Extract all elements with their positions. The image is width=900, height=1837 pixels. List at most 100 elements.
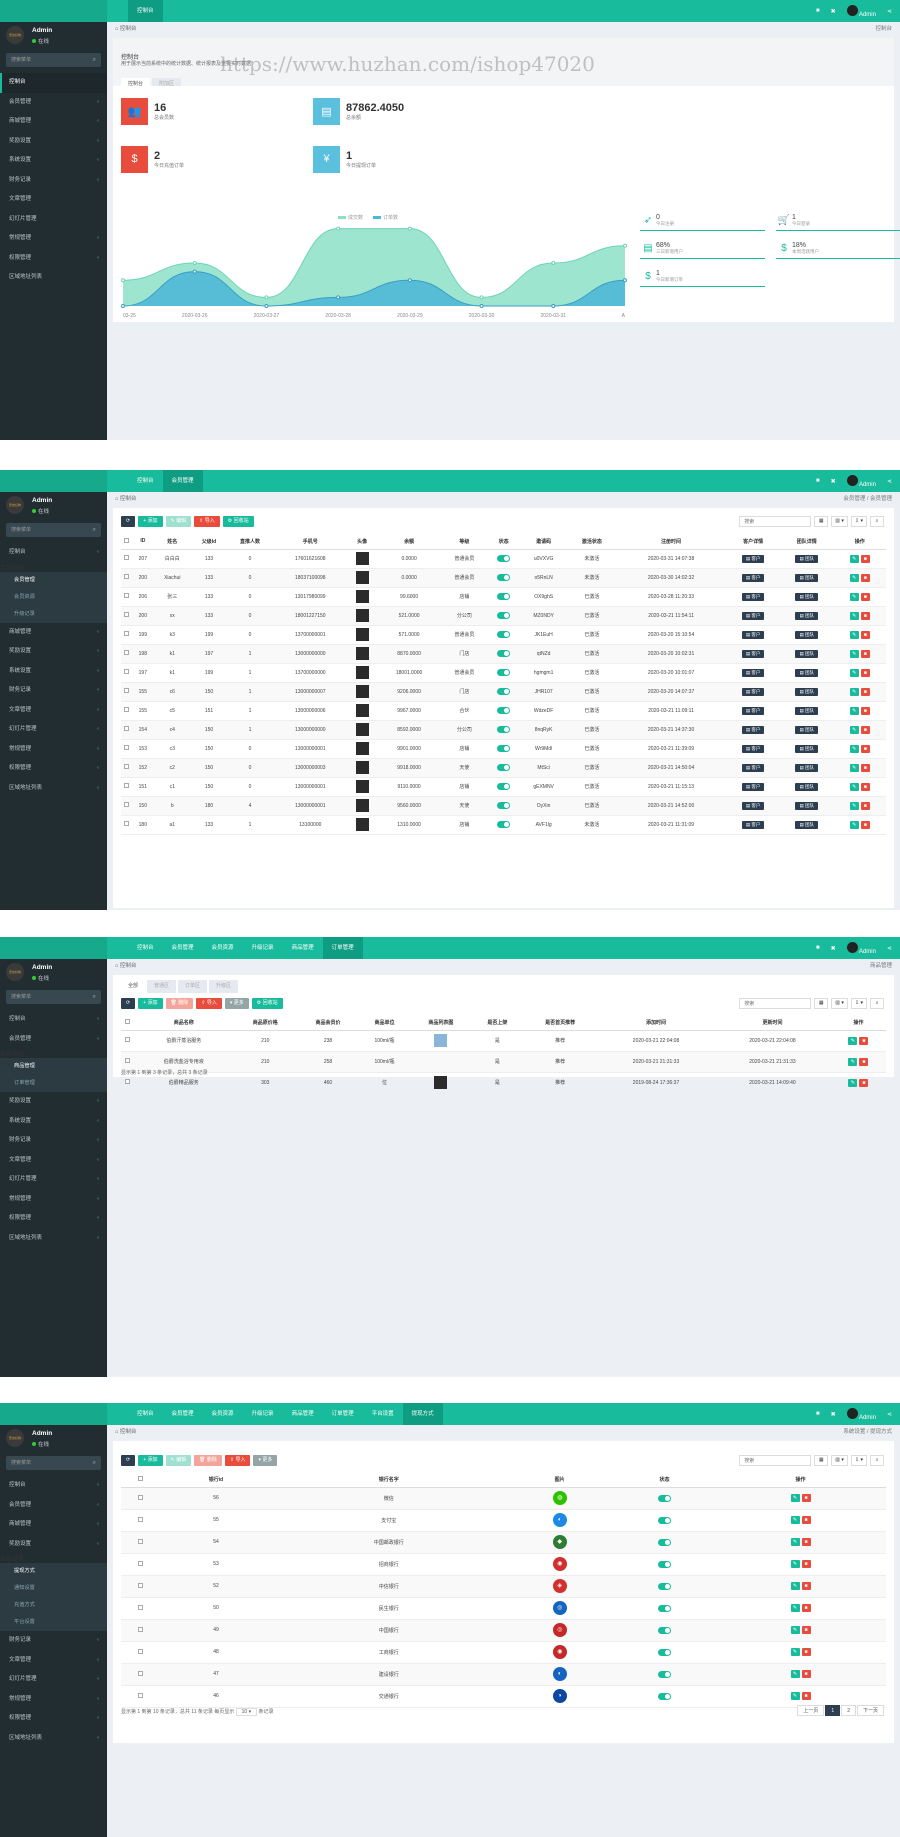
- status-toggle[interactable]: [658, 1582, 672, 1590]
- sidebar-item[interactable]: 财务记录 ‹: [0, 1131, 107, 1151]
- sidebar-item[interactable]: 区域地址列表 ‹: [0, 1729, 107, 1749]
- refresh-button[interactable]: ⟳: [121, 516, 136, 527]
- delete-button[interactable]: 🗑 删除: [194, 1455, 222, 1466]
- crumb-item[interactable]: 会员管理: [870, 496, 892, 502]
- edit-button[interactable]: ✎ 编辑: [165, 1455, 192, 1466]
- edit-icon[interactable]: ✎: [790, 1648, 800, 1656]
- sidebar-item[interactable]: 升级记录: [0, 605, 107, 623]
- sidebar-item[interactable]: 系统设置⌄: [0, 1554, 107, 1563]
- search-icon[interactable]: ⌕: [93, 53, 96, 67]
- row-checkbox[interactable]: [137, 1648, 143, 1654]
- sidebar-item[interactable]: 商城管理 ‹: [0, 112, 107, 132]
- customer-detail-button[interactable]: ▤ 客户: [741, 744, 765, 753]
- row-checkbox[interactable]: [124, 555, 130, 560]
- delete-icon[interactable]: ■: [801, 1648, 811, 1656]
- row-checkbox[interactable]: [137, 1560, 143, 1566]
- trash-icon[interactable]: ■: [816, 1411, 820, 1417]
- edit-icon[interactable]: ✎: [849, 687, 859, 696]
- edit-icon[interactable]: ✎: [790, 1626, 800, 1634]
- import-button[interactable]: ⇧ 导入: [194, 516, 220, 527]
- sidebar-item[interactable]: 会员管理 ‹: [0, 1030, 107, 1050]
- share-icon[interactable]: ⋖: [887, 478, 892, 485]
- edit-icon[interactable]: ✎: [848, 1036, 858, 1045]
- refresh-button[interactable]: ⟳: [121, 1455, 136, 1466]
- row-checkbox[interactable]: [137, 1626, 143, 1632]
- column-header[interactable]: 商品原价格: [233, 1015, 297, 1031]
- sidebar-item[interactable]: 商城管理⌄: [0, 1049, 107, 1058]
- customer-detail-button[interactable]: ▤ 客户: [741, 592, 765, 601]
- delete-icon[interactable]: ■: [801, 1626, 811, 1634]
- team-detail-button[interactable]: ▤ 团队: [795, 573, 818, 582]
- sidebar-item[interactable]: 会员管理 ‹: [0, 1496, 107, 1516]
- export-button[interactable]: ⇩ ▾: [850, 998, 867, 1009]
- column-header[interactable]: 邀请码: [519, 534, 569, 550]
- sidebar-item[interactable]: 区域地址列表: [0, 268, 107, 288]
- column-header[interactable]: 手机号: [273, 534, 347, 550]
- column-header[interactable]: 更新时间: [714, 1015, 831, 1031]
- sidebar-item[interactable]: 常规管理 ‹: [0, 1690, 107, 1710]
- sidebar-item[interactable]: 权限管理 ‹: [0, 759, 107, 779]
- breadcrumb-right[interactable]: 商品管理: [870, 959, 892, 973]
- table-row[interactable]: 154 c4 150 1 13000000000 8592.0000 分公司 8nqRyK 已激…: [121, 720, 886, 740]
- export-button[interactable]: ⇩ ▾: [850, 516, 867, 527]
- sidebar-item[interactable]: 控制台 ‹: [0, 1476, 107, 1496]
- delete-icon[interactable]: ■: [860, 554, 870, 563]
- status-toggle[interactable]: [658, 1560, 672, 1568]
- table-row[interactable]: 151 c1 150 0 13000000001 9110.0000 店铺 gEXMNV 已激活…: [121, 777, 886, 797]
- row-checkbox[interactable]: [137, 1692, 143, 1698]
- table-row[interactable]: 伯爵精品服务 303 460 位是推荐 2019-08-24 17:36:37 2020-…: [121, 1072, 886, 1094]
- table-row[interactable]: 155 c6 150 1 13000000007 9206.0000 门店 JHR107 已激活…: [121, 682, 886, 702]
- table-row[interactable]: 53 招商银行 ◉ ✎ ■: [121, 1553, 886, 1576]
- table-row[interactable]: 52 中信银行 ◈ ✎ ■: [121, 1575, 886, 1598]
- tab-1[interactable]: 普通区: [147, 980, 177, 993]
- sidebar-item[interactable]: 会员管理: [0, 571, 107, 589]
- table-row[interactable]: 伯爵汗蒸浴服务 210 238 100ml/瓶是推荐 2020-03-21 22:04:…: [121, 1030, 886, 1052]
- view-toggle-button[interactable]: ▦: [814, 998, 829, 1009]
- sidebar-item[interactable]: 权限管理 ‹: [0, 1209, 107, 1229]
- column-header[interactable]: 状态: [614, 1472, 716, 1488]
- sidebar-item[interactable]: 平台设置: [0, 1614, 107, 1631]
- sidebar-item[interactable]: 幻灯片管理 ‹: [0, 1670, 107, 1690]
- data-point[interactable]: [121, 304, 125, 308]
- menu-search-input[interactable]: 搜索菜单 ⌕: [6, 523, 101, 537]
- status-toggle[interactable]: [658, 1670, 672, 1678]
- search-toggle-button[interactable]: ⌕: [870, 516, 884, 527]
- page-button[interactable]: 2: [841, 1705, 856, 1716]
- fullscreen-icon[interactable]: ✖: [831, 8, 836, 15]
- data-point[interactable]: [336, 226, 341, 231]
- refresh-button[interactable]: ⟳: [121, 998, 136, 1009]
- table-row[interactable]: 50 民生银行 ◎ ✎ ■: [121, 1597, 886, 1620]
- top-nav-tab[interactable]: 会员管理: [162, 470, 203, 492]
- status-toggle[interactable]: [658, 1626, 672, 1634]
- column-header[interactable]: 状态: [488, 534, 520, 550]
- search-icon[interactable]: ⌕: [93, 523, 96, 537]
- data-point[interactable]: [192, 269, 197, 274]
- page-button[interactable]: 下一页: [856, 1705, 884, 1716]
- column-header[interactable]: 激活状态: [568, 534, 616, 550]
- status-toggle[interactable]: [497, 783, 511, 790]
- table-row[interactable]: 55 支付宝 ◐ ✎ ■: [121, 1509, 886, 1532]
- table-row[interactable]: 200 xx 133 0 18001227150 521.0000 分公司 MZ0NDY 已激活…: [121, 606, 886, 626]
- breadcrumb-home[interactable]: 控制台: [120, 496, 137, 502]
- sidebar-item[interactable]: 财务记录 ‹: [0, 681, 107, 701]
- user-menu[interactable]: Admin: [846, 4, 876, 18]
- team-detail-button[interactable]: ▤ 团队: [795, 744, 818, 753]
- sidebar-item[interactable]: 商品管理: [0, 1058, 107, 1075]
- table-row[interactable]: 206 张三 133 0 13017980099 99.6000 店铺 OX9ghS 已激活 20…: [121, 587, 886, 607]
- team-detail-button[interactable]: ▤ 团队: [795, 668, 818, 677]
- data-point[interactable]: [551, 261, 556, 265]
- row-checkbox[interactable]: [137, 1494, 143, 1500]
- more-button[interactable]: ▾ 更多: [253, 1455, 278, 1466]
- recycle-button[interactable]: ⚙ 回收站: [222, 516, 254, 527]
- customer-detail-button[interactable]: ▤ 客户: [741, 668, 765, 677]
- delete-icon[interactable]: ■: [860, 706, 870, 715]
- sidebar-item[interactable]: 充值方式: [0, 1597, 107, 1614]
- sidebar-item[interactable]: 文章管理 ‹: [0, 1651, 107, 1671]
- sidebar-item[interactable]: 常规管理 ‹: [0, 1190, 107, 1210]
- top-nav-tab[interactable]: 会员资源: [203, 937, 243, 959]
- status-toggle[interactable]: [497, 574, 511, 581]
- team-detail-button[interactable]: ▤ 团队: [795, 554, 818, 563]
- sidebar-item[interactable]: 控制台 ‹: [0, 543, 107, 563]
- table-row[interactable]: 207 白白白 133 0 17601621608 0.0000 普通会员 u0VXVG 未激活…: [121, 549, 886, 569]
- row-checkbox[interactable]: [124, 821, 130, 826]
